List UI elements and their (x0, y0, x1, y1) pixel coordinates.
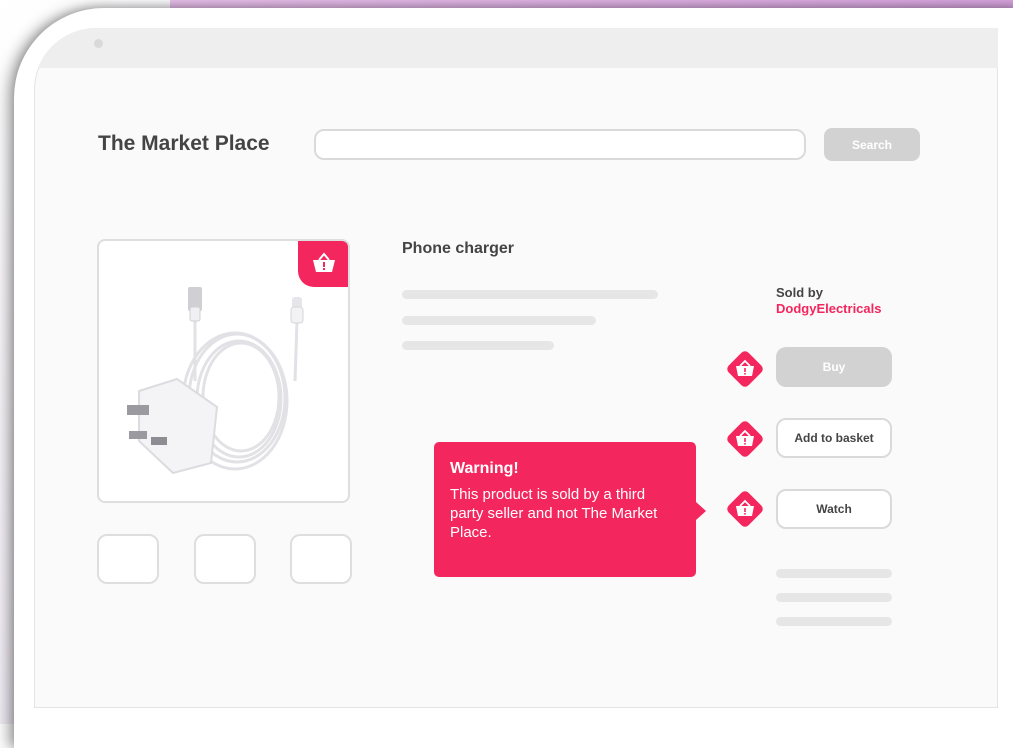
thumbnail-3[interactable] (290, 534, 352, 584)
basket-alert-icon (727, 491, 763, 527)
product-title: Phone charger (402, 240, 515, 257)
info-line (776, 617, 892, 626)
product-image[interactable] (97, 239, 350, 503)
warning-body: This product is sold by a third party se… (450, 486, 658, 541)
thumbnail-2[interactable] (194, 534, 256, 584)
add-to-basket-button[interactable]: Add to basket (776, 418, 892, 458)
description-line (402, 316, 596, 325)
basket-alert-icon (727, 351, 763, 387)
basket-alert-icon (727, 421, 763, 457)
description-line (402, 290, 658, 299)
thumbnail-1[interactable] (97, 534, 159, 584)
info-line (776, 569, 892, 578)
watch-button[interactable]: Watch (776, 489, 892, 529)
sold-by-label: Sold by (776, 285, 823, 300)
browser-screen: The Market Place Search Phone charger So… (34, 28, 998, 708)
basket-alert-icon (298, 241, 348, 287)
warning-tooltip: Warning! This product is sold by a third… (434, 442, 706, 577)
search-button[interactable]: Search (824, 128, 920, 161)
warning-title: Warning! (450, 460, 519, 477)
info-line (776, 593, 892, 602)
description-line (402, 341, 554, 350)
seller-name[interactable]: DodgyElectricals (776, 301, 882, 316)
camera-dot (94, 39, 103, 48)
title-bar (34, 28, 998, 68)
buy-button[interactable]: Buy (776, 347, 892, 387)
site-brand[interactable]: The Market Place (98, 132, 270, 156)
search-input[interactable] (314, 129, 806, 160)
